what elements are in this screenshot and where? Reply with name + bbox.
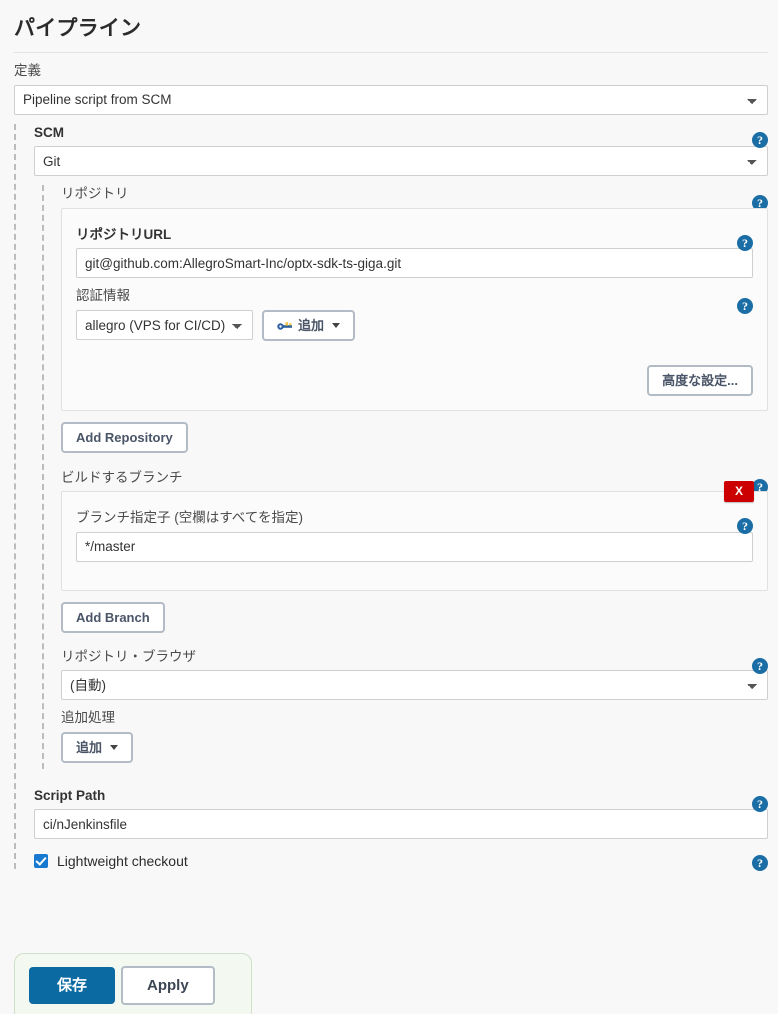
repository-browser-label: リポジトリ・ブラウザ bbox=[61, 648, 196, 664]
definition-label: 定義 bbox=[14, 63, 41, 78]
scm-section: SCM ? Git リポジトリ ? リポジトリURL ? git@github.… bbox=[14, 123, 778, 872]
title-divider bbox=[14, 52, 768, 53]
help-icon-scm[interactable]: ? bbox=[752, 131, 768, 148]
help-icon-script-path[interactable]: ? bbox=[752, 795, 768, 812]
scm-select[interactable]: Git bbox=[34, 146, 768, 177]
script-path-input[interactable] bbox=[34, 809, 768, 840]
repository-url-input[interactable] bbox=[76, 248, 753, 279]
save-button[interactable]: 保存 bbox=[29, 967, 116, 1004]
add-extension-label: 追加 bbox=[76, 739, 103, 755]
branch-specifier-input[interactable] bbox=[76, 531, 753, 562]
add-branch-button[interactable]: Add Branch bbox=[61, 601, 165, 633]
chevron-down-icon bbox=[332, 322, 341, 328]
add-credentials-label: 追加 bbox=[298, 317, 325, 333]
credentials-label: 認証情報 bbox=[76, 288, 130, 304]
pipeline-config-page: パイプライン 定義 Pipeline script from SCM SCM ?… bbox=[0, 0, 778, 1014]
help-icon-repository-url[interactable]: ? bbox=[737, 234, 753, 251]
lightweight-checkout-checkbox[interactable] bbox=[34, 854, 48, 869]
repository-panel: リポジトリURL ? 認証情報 ? allegro (VPS for CI/CD… bbox=[61, 207, 768, 411]
lightweight-checkout-row[interactable]: Lightweight checkout ? bbox=[34, 853, 768, 872]
add-extension-button[interactable]: 追加 bbox=[61, 731, 134, 763]
credentials-select[interactable]: allegro (VPS for CI/CD) bbox=[76, 310, 253, 341]
extensions-label: 追加処理 bbox=[61, 710, 115, 726]
repositories-section: リポジトリ ? リポジトリURL ? 認証情報 ? a bbox=[42, 185, 768, 769]
chevron-down-icon-extensions bbox=[110, 744, 119, 750]
key-icon bbox=[277, 320, 293, 331]
repositories-label: リポジトリ bbox=[61, 186, 129, 202]
repository-browser-select[interactable]: (自動) bbox=[61, 670, 768, 701]
scm-label: SCM bbox=[34, 124, 64, 140]
help-icon-lightweight-checkout[interactable]: ? bbox=[752, 855, 768, 872]
repository-url-label: リポジトリURL bbox=[76, 226, 172, 242]
branch-specifier-label: ブランチ指定子 (空欄はすべてを指定) bbox=[76, 510, 303, 526]
script-path-label: Script Path bbox=[34, 787, 106, 803]
branches-label: ビルドするブランチ bbox=[61, 469, 183, 485]
page-title: パイプライン bbox=[14, 17, 142, 40]
add-repository-button[interactable]: Add Repository bbox=[61, 421, 188, 453]
branch-panel: X ブランチ指定子 (空欄はすべてを指定) ? bbox=[61, 481, 768, 591]
definition-select[interactable]: Pipeline script from SCM bbox=[14, 84, 768, 115]
advanced-settings-button[interactable]: 高度な設定... bbox=[647, 364, 753, 396]
form-action-bar: 保存 Apply bbox=[14, 953, 252, 1014]
add-credentials-button[interactable]: 追加 bbox=[262, 309, 356, 341]
apply-button[interactable]: Apply bbox=[121, 966, 215, 1005]
lightweight-checkout-label: Lightweight checkout bbox=[57, 853, 188, 870]
help-icon-repository-browser[interactable]: ? bbox=[752, 657, 768, 674]
delete-branch-button[interactable]: X bbox=[723, 481, 754, 502]
